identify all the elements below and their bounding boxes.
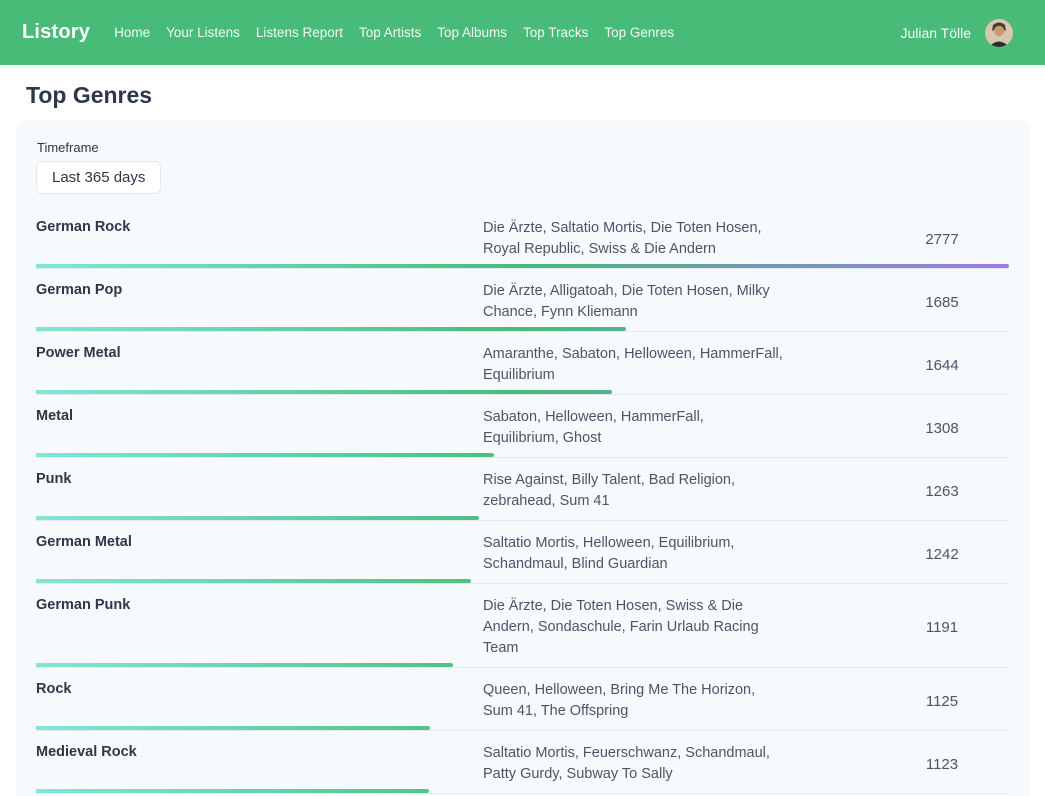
genre-bar <box>36 789 429 793</box>
timeframe-select[interactable]: Last 365 days <box>36 161 161 194</box>
genre-listen-count: 1263 <box>875 483 1009 500</box>
nav-item-home[interactable]: Home <box>106 19 158 46</box>
genre-name: Rock <box>36 680 483 722</box>
app-logo[interactable]: Listory <box>22 21 90 44</box>
genre-listen-count: 2777 <box>875 231 1009 248</box>
genre-bar <box>36 516 479 520</box>
genre-name: Punk <box>36 470 483 512</box>
genre-listen-count: 1191 <box>875 619 1009 636</box>
genre-row: Rock Queen, Helloween, Bring Me The Hori… <box>36 668 1009 731</box>
nav-item-top-genres[interactable]: Top Genres <box>596 19 682 46</box>
genre-bar <box>36 726 430 730</box>
genre-name: German Punk <box>36 596 483 659</box>
genre-top-artists: Saltatio Mortis, Feuerschwanz, Schandmau… <box>483 743 783 785</box>
genre-bar <box>36 579 471 583</box>
genre-row: German Metal Saltatio Mortis, Helloween,… <box>36 521 1009 584</box>
page-title: Top Genres <box>26 82 1029 109</box>
genre-top-artists: Saltatio Mortis, Helloween, Equilibrium,… <box>483 533 783 575</box>
genre-bar <box>36 264 1009 268</box>
genre-name: Metal <box>36 407 483 449</box>
genre-listen-count: 1125 <box>875 693 1009 710</box>
nav-item-your-listens[interactable]: Your Listens <box>158 19 248 46</box>
genre-row: Punk Rise Against, Billy Talent, Bad Rel… <box>36 458 1009 521</box>
nav-item-listens-report[interactable]: Listens Report <box>248 19 351 46</box>
genre-row: German Rock Die Ärzte, Saltatio Mortis, … <box>36 206 1009 269</box>
genre-name: Power Metal <box>36 344 483 386</box>
genre-top-artists: Die Ärzte, Saltatio Mortis, Die Toten Ho… <box>483 218 783 260</box>
genre-listen-count: 1644 <box>875 357 1009 374</box>
genre-table: German Rock Die Ärzte, Saltatio Mortis, … <box>36 206 1009 796</box>
genre-name: German Metal <box>36 533 483 575</box>
genre-listen-count: 1685 <box>875 294 1009 311</box>
top-genres-card: Timeframe Last 365 days German Rock Die … <box>16 120 1029 796</box>
genre-listen-count: 1308 <box>875 420 1009 437</box>
genre-bar <box>36 663 453 667</box>
genre-top-artists: Die Ärzte, Die Toten Hosen, Swiss & Die … <box>483 596 783 659</box>
timeframe-filter: Timeframe Last 365 days <box>36 140 1009 194</box>
nav-item-top-tracks[interactable]: Top Tracks <box>515 19 596 46</box>
genre-listen-count: 1123 <box>875 756 1009 773</box>
genre-row: Medieval Rock Saltatio Mortis, Feuerschw… <box>36 731 1009 794</box>
nav-item-top-artists[interactable]: Top Artists <box>351 19 429 46</box>
genre-bar <box>36 390 612 394</box>
top-nav: Listory HomeYour ListensListens ReportTo… <box>0 0 1045 65</box>
genre-top-artists: Rise Against, Billy Talent, Bad Religion… <box>483 470 783 512</box>
main-nav: HomeYour ListensListens ReportTop Artist… <box>106 19 682 46</box>
genre-row: Metal Sabaton, Helloween, HammerFall, Eq… <box>36 395 1009 458</box>
timeframe-label: Timeframe <box>37 140 1009 155</box>
genre-bar <box>36 327 626 331</box>
user-menu[interactable]: Julian Tölle <box>900 19 1013 47</box>
genre-name: Medieval Rock <box>36 743 483 785</box>
main-content: Top Genres Timeframe Last 365 days Germa… <box>0 82 1045 796</box>
genre-name: German Rock <box>36 218 483 260</box>
genre-top-artists: Sabaton, Helloween, HammerFall, Equilibr… <box>483 407 783 449</box>
genre-top-artists: Queen, Helloween, Bring Me The Horizon, … <box>483 680 783 722</box>
user-avatar-icon[interactable] <box>985 19 1013 47</box>
genre-bar <box>36 453 494 457</box>
genre-listen-count: 1242 <box>875 546 1009 563</box>
genre-row: German Punk Die Ärzte, Die Toten Hosen, … <box>36 584 1009 668</box>
genre-name: German Pop <box>36 281 483 323</box>
genre-top-artists: Amaranthe, Sabaton, Helloween, HammerFal… <box>483 344 783 386</box>
genre-row: Power Metal Amaranthe, Sabaton, Hellowee… <box>36 332 1009 395</box>
nav-item-top-albums[interactable]: Top Albums <box>429 19 515 46</box>
user-name: Julian Tölle <box>900 25 971 41</box>
genre-top-artists: Die Ärzte, Alligatoah, Die Toten Hosen, … <box>483 281 783 323</box>
genre-row: German Pop Die Ärzte, Alligatoah, Die To… <box>36 269 1009 332</box>
